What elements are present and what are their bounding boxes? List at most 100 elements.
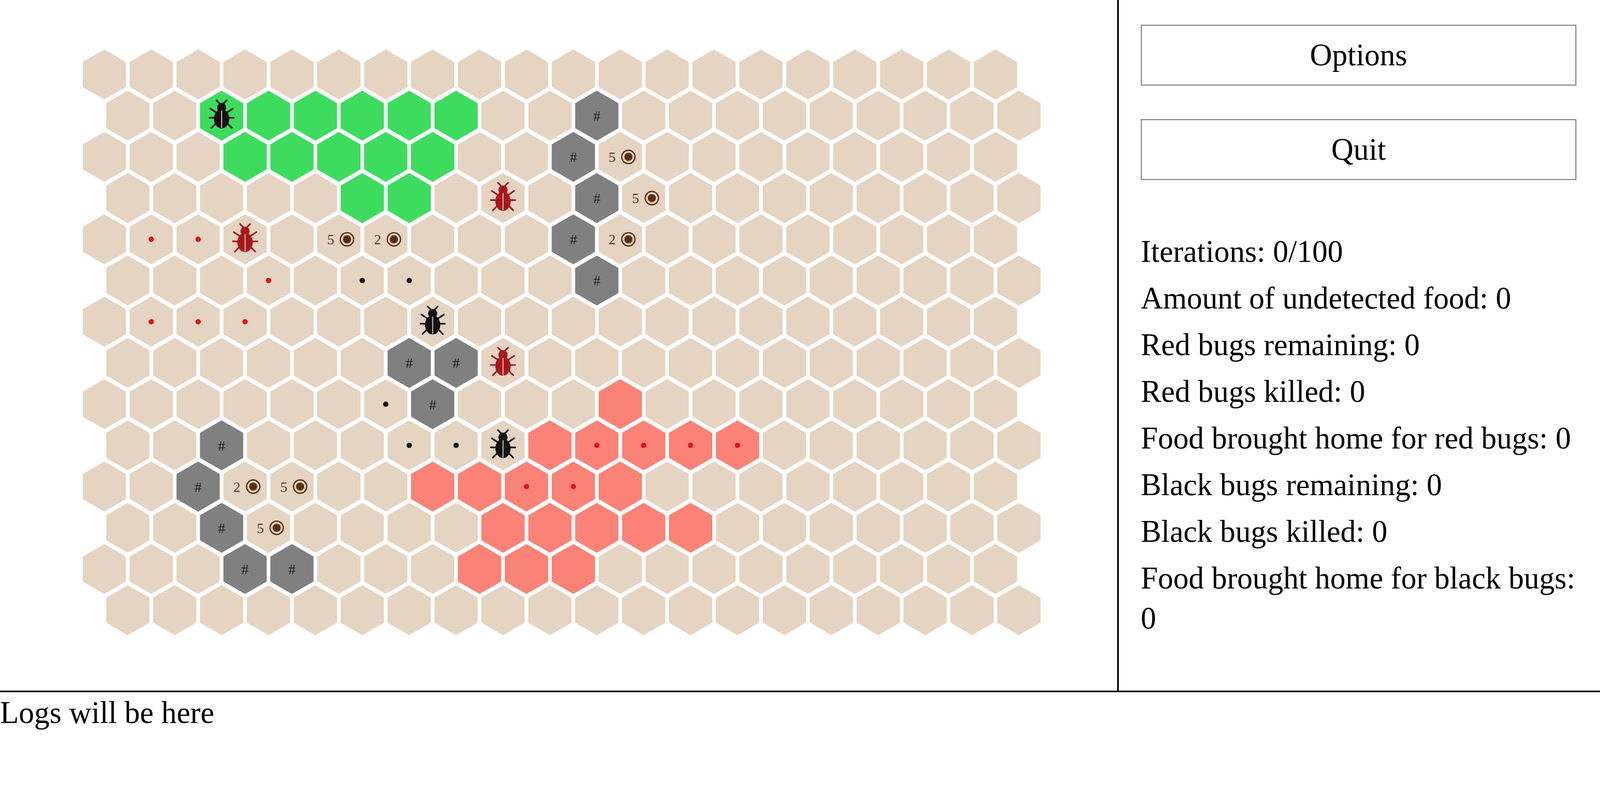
hex-cell[interactable] [645,543,689,594]
hex-cell[interactable] [692,379,736,430]
hex-cell[interactable] [856,502,900,553]
hex-cell[interactable] [153,337,197,388]
hex-cell[interactable] [762,172,807,223]
hex-cell[interactable] [270,296,314,347]
hex-cell[interactable] [223,49,267,100]
hex-cell[interactable] [973,461,1018,512]
hex-cell[interactable] [809,337,854,388]
hex-cell[interactable] [575,420,619,471]
hex-cell[interactable] [997,255,1041,306]
hex-cell[interactable] [997,172,1041,223]
hex-cell[interactable] [434,337,478,388]
hex-cell[interactable] [716,420,760,471]
hex-cell[interactable] [82,296,127,347]
hex-cell[interactable] [551,461,596,512]
hex-cell[interactable] [364,213,408,264]
hex-cell[interactable] [762,502,807,553]
hex-cell[interactable] [153,502,197,553]
hex-cell[interactable] [832,296,877,347]
hex-cell[interactable] [293,337,337,388]
hex-cell[interactable] [528,255,572,306]
hex-cell[interactable] [481,90,525,141]
hex-cell[interactable] [809,255,854,306]
hex-cell[interactable] [668,420,713,471]
hex-cell[interactable] [504,49,549,100]
hex-cell[interactable] [880,543,924,594]
hex-cell[interactable] [364,131,408,182]
hex-board[interactable]: ##5#552#2######25#5## [0,0,1118,691]
hex-cell[interactable] [739,296,783,347]
hex-cell[interactable] [364,543,408,594]
hex-cell[interactable] [434,584,478,635]
hex-cell[interactable] [668,337,713,388]
hex-cell[interactable] [716,90,760,141]
hex-cell[interactable] [481,502,525,553]
hex-cell[interactable] [762,420,807,471]
quit-button[interactable]: Quit [1140,119,1577,180]
hex-cell[interactable] [739,461,783,512]
hex-cell[interactable] [270,461,314,512]
hex-cell[interactable] [926,461,971,512]
hex-cell[interactable] [973,543,1018,594]
hex-cell[interactable] [458,543,502,594]
hex-cell[interactable] [387,172,431,223]
hex-cell[interactable] [645,131,689,182]
hex-cell[interactable] [129,131,173,182]
hex-cell[interactable] [903,584,948,635]
hex-cell[interactable] [973,296,1018,347]
hex-cell[interactable] [716,255,760,306]
hex-cell[interactable] [434,90,478,141]
hex-cell[interactable] [504,543,549,594]
hex-cell[interactable] [880,296,924,347]
hex-cell[interactable] [434,420,478,471]
hex-cell[interactable] [856,584,900,635]
hex-cell[interactable] [528,337,572,388]
hex-cell[interactable] [926,131,971,182]
hex-cell[interactable] [458,296,502,347]
hex-cell[interactable] [340,337,385,388]
hex-cell[interactable] [903,90,948,141]
hex-cell[interactable] [246,420,291,471]
hex-cell[interactable] [786,49,830,100]
hex-cell[interactable] [105,502,150,553]
hex-cell[interactable] [809,502,854,553]
hex-cell[interactable] [481,584,525,635]
hex-cell[interactable] [668,255,713,306]
hex-cell[interactable] [410,131,455,182]
hex-cell[interactable] [692,131,736,182]
hex-cell[interactable] [832,461,877,512]
hex-cell[interactable] [786,543,830,594]
hex-cell[interactable] [105,420,150,471]
hex-cell[interactable] [246,172,291,223]
hex-cell[interactable] [997,337,1041,388]
hex-cell[interactable] [786,461,830,512]
hex-cell[interactable] [410,213,455,264]
hex-cell[interactable] [856,255,900,306]
hex-cell[interactable] [129,296,173,347]
hex-cell[interactable] [82,379,127,430]
hex-cell[interactable] [551,131,596,182]
hex-cell[interactable] [903,337,948,388]
hex-cell[interactable] [410,379,455,430]
hex-cell[interactable] [622,255,666,306]
hex-cell[interactable] [997,90,1041,141]
hex-cell[interactable] [856,172,900,223]
hex-cell[interactable] [340,172,385,223]
hex-cell[interactable] [528,420,572,471]
hex-cell[interactable] [458,131,502,182]
hex-cell[interactable] [434,502,478,553]
hex-cell[interactable] [926,379,971,430]
hex-cell[interactable] [176,379,221,430]
hex-cell[interactable] [410,296,455,347]
hex-cell[interactable] [129,379,173,430]
hex-cell[interactable] [504,379,549,430]
hex-cell[interactable] [410,461,455,512]
hex-cell[interactable] [880,379,924,430]
hex-cell[interactable] [82,543,127,594]
hex-cell[interactable] [176,543,221,594]
hex-cell[interactable] [997,502,1041,553]
hex-cell[interactable] [739,543,783,594]
hex-cell[interactable] [223,131,267,182]
hex-cell[interactable] [622,584,666,635]
hex-cell[interactable] [528,584,572,635]
